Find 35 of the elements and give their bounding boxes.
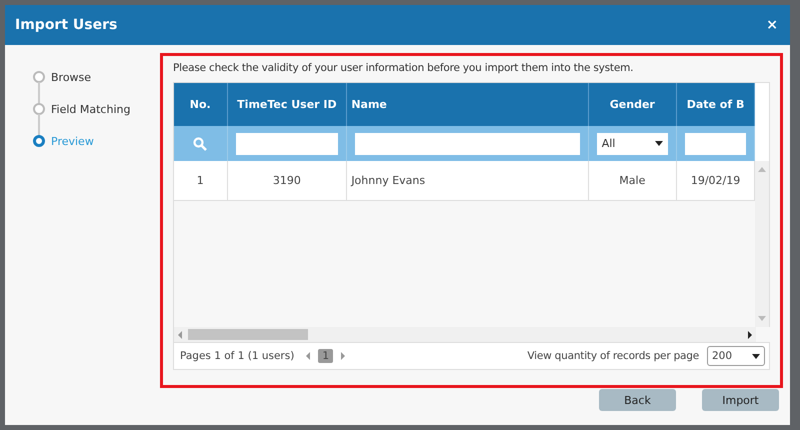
horizontal-scrollbar[interactable] (173, 327, 756, 342)
step-label[interactable]: Browse (51, 70, 92, 84)
page-number[interactable]: 1 (318, 349, 333, 363)
window-title: Import Users (15, 17, 118, 33)
gender-filter-dropdown[interactable]: All (596, 132, 668, 154)
scroll-down-icon[interactable] (758, 316, 766, 321)
scrollbar-thumb[interactable] (188, 329, 308, 340)
table-cell: 3190 (228, 161, 348, 200)
intro-text: Please check the validity of your user information before you import them into the system. (173, 62, 634, 74)
filter-input-field[interactable] (236, 132, 338, 154)
caret-icon (654, 141, 663, 146)
per-page-dropdown[interactable]: 200 (707, 346, 765, 366)
table-cell: Johnny Evans (347, 161, 589, 200)
step-label[interactable]: Field Matching (51, 102, 130, 116)
vertical-scrollbar[interactable] (755, 161, 769, 327)
filter-input-field[interactable] (355, 132, 580, 154)
import-button[interactable]: Import (702, 389, 779, 411)
column-header[interactable]: Name (347, 83, 589, 126)
step-label[interactable]: Preview (51, 134, 94, 148)
back-button[interactable]: Back (599, 389, 676, 411)
column-header[interactable]: No. (174, 83, 228, 126)
scroll-up-icon[interactable] (758, 167, 766, 172)
caret-icon (752, 354, 760, 358)
per-page-label: View quantity of records per page (527, 350, 699, 362)
next-page-icon[interactable] (341, 352, 345, 360)
column-header[interactable]: TimeTec User ID (228, 83, 348, 126)
column-header[interactable]: Gender (588, 83, 677, 126)
close-button[interactable]: × (764, 17, 780, 33)
filter-input-field[interactable] (684, 132, 746, 154)
column-header[interactable]: Date of B (676, 83, 756, 126)
table-cell: 1 (174, 161, 228, 200)
previous-page-icon[interactable] (306, 352, 310, 360)
page-summary: Pages 1 of 1 (1 users) (180, 350, 294, 362)
search-icon[interactable] (193, 136, 208, 150)
table-cell: Male (588, 161, 677, 200)
